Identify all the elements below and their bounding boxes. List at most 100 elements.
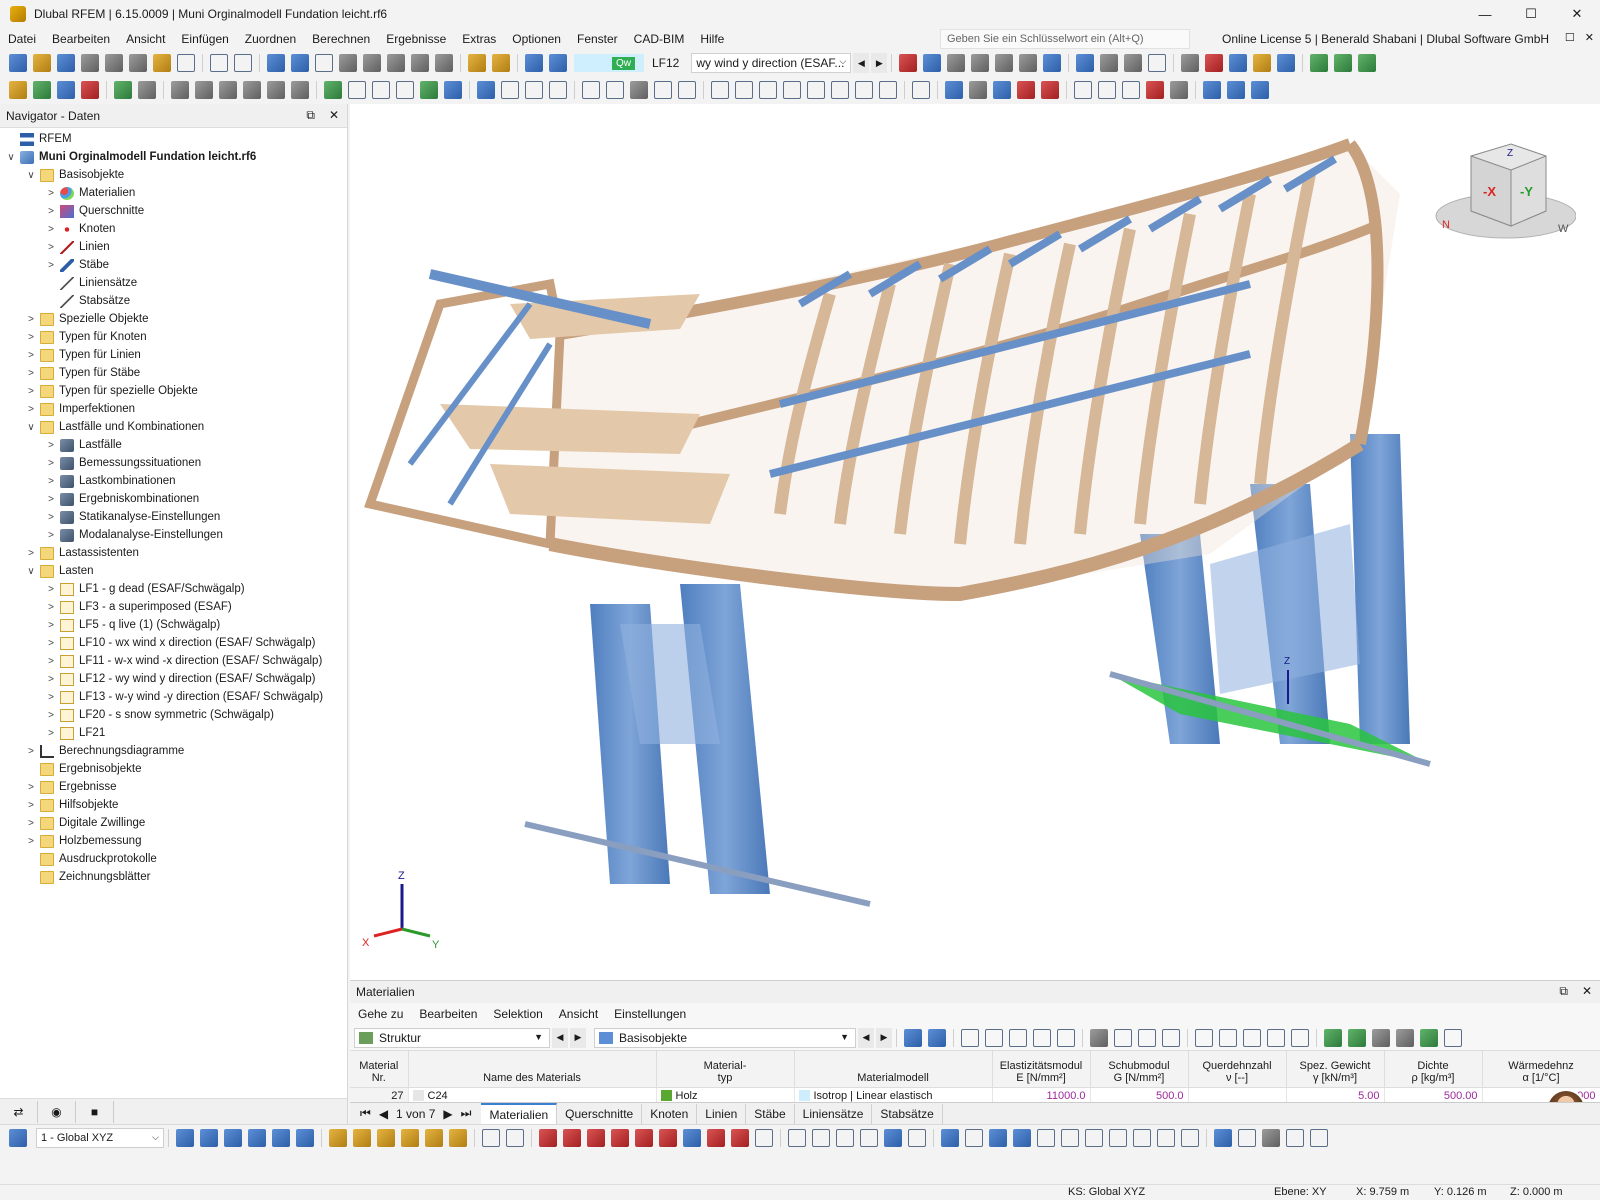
line-load-icon[interactable]	[654, 81, 672, 99]
column-header[interactable]: Spez. Gewicht γ [kN/m³]	[1286, 1051, 1385, 1088]
search-input[interactable]: Geben Sie ein Schlüsselwort ein (Alt+Q)	[940, 29, 1190, 49]
view-top-icon[interactable]	[272, 1128, 290, 1147]
menu-einfuegen[interactable]: Einfügen	[173, 32, 236, 46]
tree-item[interactable]: > LF1 - g dead (ESAF/Schwägalp)	[0, 580, 347, 598]
column-header[interactable]: Material Nr.	[350, 1051, 409, 1088]
chevron-right-icon[interactable]: >	[24, 350, 38, 361]
console-icon[interactable]	[363, 54, 381, 72]
divide-icon[interactable]	[291, 81, 309, 99]
view-front-icon[interactable]	[176, 1128, 194, 1147]
tab-stabsaetze[interactable]: Stabsätze	[872, 1103, 943, 1124]
show-supports-icon[interactable]	[831, 81, 849, 99]
menu-optionen[interactable]: Optionen	[504, 32, 569, 46]
menu-zuordnen[interactable]: Zuordnen	[237, 32, 304, 46]
axis-x-icon[interactable]	[1310, 54, 1329, 72]
chevron-down-icon[interactable]: ∨	[24, 566, 38, 577]
tree-item[interactable]: > Materialien	[0, 184, 347, 202]
webservice-icon[interactable]	[435, 54, 453, 72]
chevron-right-icon[interactable]: >	[24, 332, 38, 343]
save-template-icon[interactable]	[81, 54, 99, 72]
settings-icon[interactable]	[1310, 1128, 1328, 1147]
view-filter-icon[interactable]	[477, 81, 495, 99]
show-surfaces-icon[interactable]	[783, 81, 801, 99]
rotate-icon[interactable]	[195, 81, 213, 99]
save-icon[interactable]	[105, 54, 123, 72]
chevron-right-icon[interactable]: >	[44, 188, 58, 199]
excel-import-icon[interactable]	[1348, 1028, 1366, 1047]
dimension-linear-icon[interactable]	[525, 81, 543, 99]
first-page-button[interactable]: ⏮	[360, 1106, 371, 1121]
layer-icon[interactable]	[1203, 81, 1221, 99]
calculate-all-icon[interactable]	[549, 54, 567, 72]
column-header[interactable]: Materialmodell	[794, 1051, 993, 1088]
chevron-right-icon[interactable]: >	[44, 638, 58, 649]
chevron-right-icon[interactable]: >	[44, 440, 58, 451]
clear-table-icon[interactable]	[1090, 1028, 1108, 1047]
filter2-next-button[interactable]: ▶	[876, 1027, 892, 1048]
color-by-icon[interactable]	[1041, 81, 1059, 99]
open-folder-icon[interactable]	[33, 54, 51, 72]
values-icon[interactable]	[947, 54, 966, 72]
menu-fenster[interactable]: Fenster	[569, 32, 626, 46]
panel-menu-selection[interactable]: Selektion	[485, 1007, 550, 1021]
draw-vertical-icon[interactable]	[539, 1128, 557, 1147]
loadcase-select[interactable]: wy wind y direction (ESAF...	[691, 53, 852, 73]
tree-item[interactable]: > Spezielle Objekte	[0, 310, 347, 328]
draw-arc-icon[interactable]	[611, 1128, 629, 1147]
chevron-right-icon[interactable]: >	[24, 404, 38, 415]
zoom-previous-icon[interactable]	[401, 1128, 419, 1147]
decimal-places-icon[interactable]	[1420, 1028, 1438, 1047]
tree-item[interactable]: > LF13 - w-y wind -y direction (ESAF/ Sch…	[0, 688, 347, 706]
view-right-icon[interactable]	[248, 1128, 266, 1147]
last-page-button[interactable]: ⏭	[461, 1106, 472, 1121]
snap-grid-icon[interactable]	[812, 1128, 830, 1147]
tree-item[interactable]: Liniensätze	[0, 274, 347, 292]
copy-icon[interactable]	[267, 81, 285, 99]
corner-icon[interactable]	[1061, 1128, 1079, 1147]
parallel-lines-icon[interactable]	[1109, 1128, 1127, 1147]
tree-item[interactable]: > Holzbemessung	[0, 832, 347, 850]
print-icon[interactable]	[129, 54, 147, 72]
chevron-down-icon[interactable]: ∨	[24, 422, 38, 433]
import-icon[interactable]	[1162, 1028, 1180, 1047]
tree-item[interactable]: > Ergebniskombinationen	[0, 490, 347, 508]
workplane-icon[interactable]	[444, 81, 462, 99]
chevron-down-icon[interactable]: ∨	[24, 170, 38, 181]
print-table-icon[interactable]	[1372, 1028, 1390, 1047]
column-header[interactable]: Dichte ρ [kg/m³]	[1384, 1051, 1483, 1088]
chevron-right-icon[interactable]: >	[44, 656, 58, 667]
dimension-icon[interactable]	[315, 54, 333, 72]
model-viewport[interactable]: Z -X -Y Z N W Z X Y	[350, 104, 1600, 980]
column-header[interactable]: Querdehnzahl ν [--]	[1188, 1051, 1287, 1088]
isolines-icon[interactable]	[1148, 54, 1167, 72]
panel-menu-edit[interactable]: Bearbeiten	[411, 1007, 485, 1021]
panel-close-button[interactable]: ✕	[1582, 984, 1592, 999]
chevron-right-icon[interactable]: >	[44, 512, 58, 523]
menu-cad-bim[interactable]: CAD-BIM	[626, 32, 693, 46]
tree-item[interactable]: > Ergebnisse	[0, 778, 347, 796]
tab-knoten[interactable]: Knoten	[642, 1103, 698, 1124]
tree-item[interactable]: > LF11 - w-x wind -x direction (ESAF/ Sch…	[0, 652, 347, 670]
minus-icon[interactable]	[1286, 1128, 1304, 1147]
member-load-icon[interactable]	[606, 81, 624, 99]
panel-menu-settings[interactable]: Einstellungen	[606, 1007, 694, 1021]
tree-item[interactable]: > Berechnungsdiagramme	[0, 742, 347, 760]
minimize-button[interactable]: —	[1462, 0, 1508, 28]
next-page-button[interactable]: ▶	[443, 1107, 452, 1121]
chevron-right-icon[interactable]: >	[44, 530, 58, 541]
help-icon[interactable]	[1444, 1028, 1462, 1047]
axis-z-icon[interactable]	[1358, 54, 1377, 72]
column-header[interactable]: Schubmodul G [N/mm²]	[1090, 1051, 1189, 1088]
menu-datei[interactable]: Datei	[0, 32, 44, 46]
support-icon[interactable]	[114, 81, 132, 99]
cloud-icon[interactable]	[57, 54, 75, 72]
pan-icon[interactable]	[425, 1128, 443, 1147]
layer-visibility-icon[interactable]	[1227, 81, 1245, 99]
view-perspective-icon[interactable]	[1277, 54, 1296, 72]
chevron-right-icon[interactable]: >	[24, 782, 38, 793]
result-table-icon[interactable]	[1043, 54, 1062, 72]
slope-icon[interactable]	[1085, 1128, 1103, 1147]
chevron-right-icon[interactable]: >	[44, 728, 58, 739]
tab-linien[interactable]: Linien	[697, 1103, 747, 1124]
tree-item[interactable]: ∨ Lastfälle und Kombinationen	[0, 418, 347, 436]
